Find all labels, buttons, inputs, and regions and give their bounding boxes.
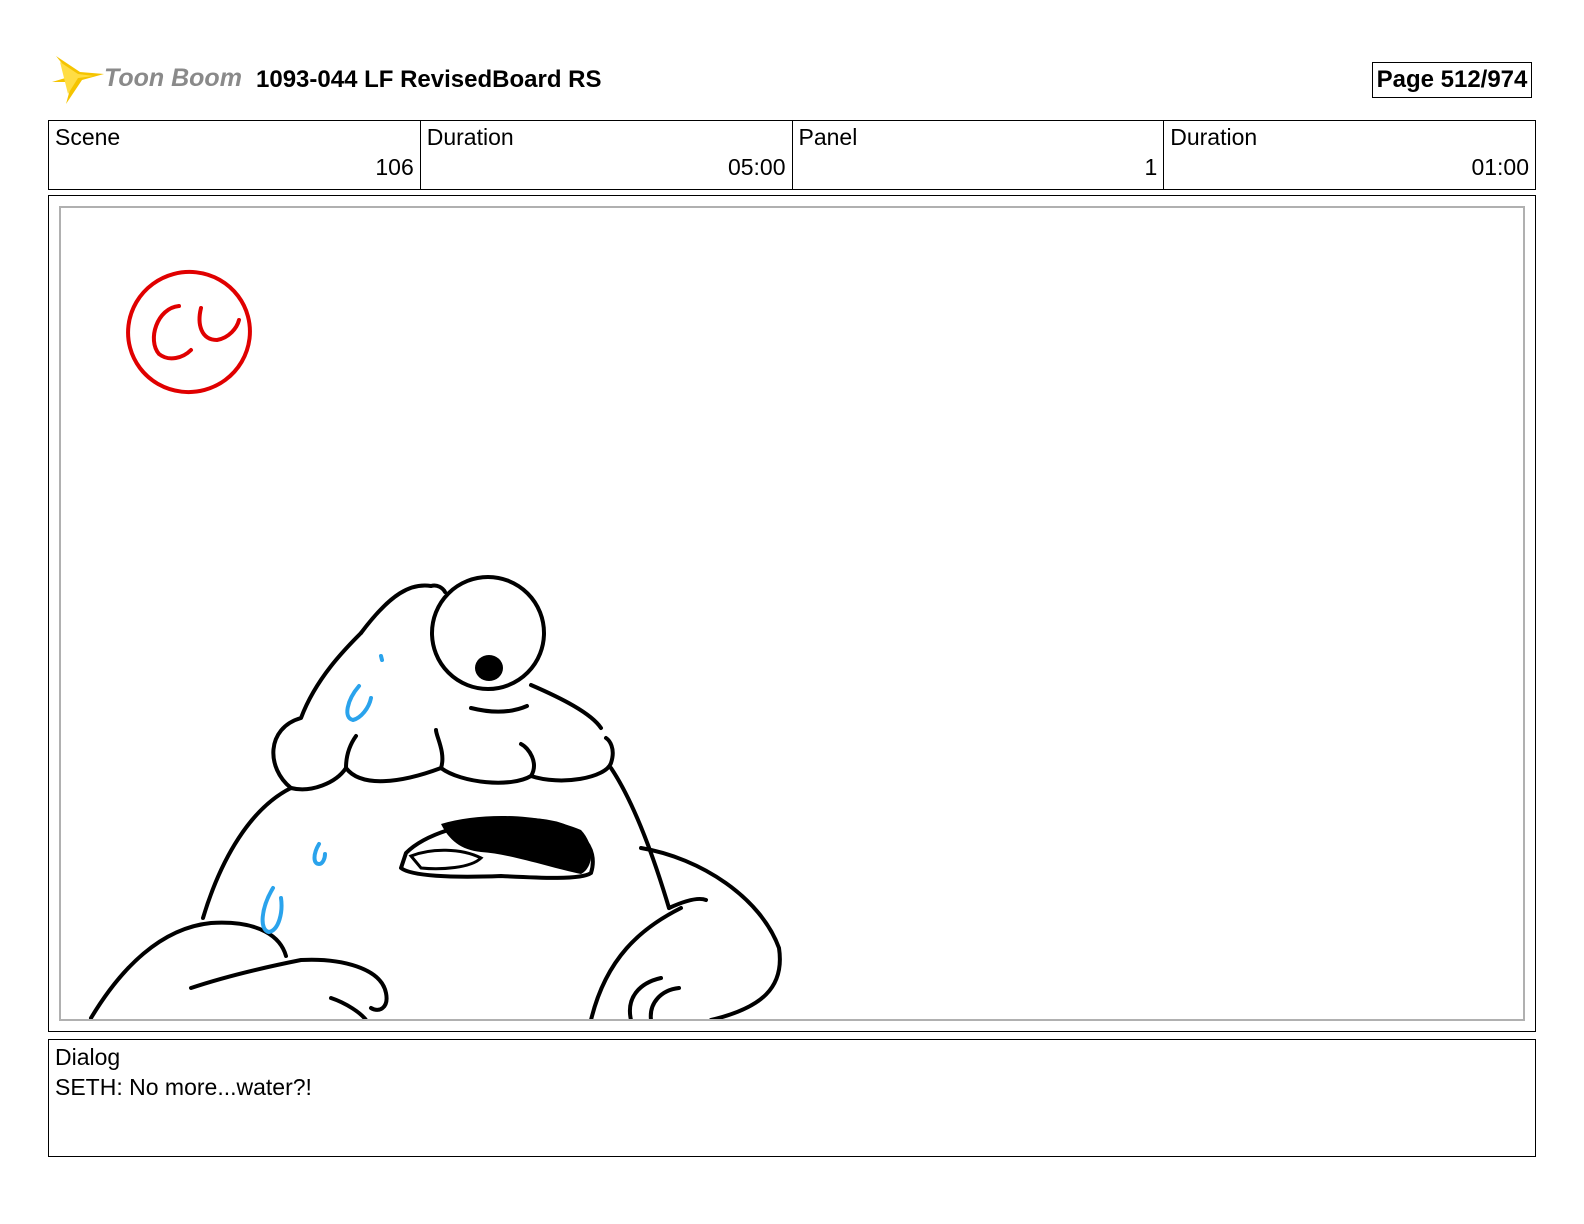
dialog-box: Dialog SETH: No more...water?! — [48, 1039, 1536, 1157]
panel-frame — [59, 206, 1525, 1021]
cc-stamp-icon — [126, 269, 252, 395]
panel-duration-value: 01:00 — [1471, 154, 1529, 180]
page-number: Page 512/974 — [1372, 62, 1532, 98]
dialog-text: SETH: No more...water?! — [55, 1074, 312, 1100]
scene-label: Scene — [55, 124, 121, 150]
logo-text: Toon Boom — [104, 64, 242, 92]
storyboard-panel — [48, 195, 1536, 1032]
panel-duration-label: Duration — [1170, 124, 1258, 150]
scene-duration-cell: Duration 05:00 — [421, 121, 793, 189]
scene-duration-label: Duration — [426, 124, 514, 150]
panel-duration-cell: Duration 01:00 — [1164, 121, 1535, 189]
scene-value: 106 — [375, 154, 414, 180]
scene-info-table: Scene 106 Duration 05:00 Panel 1 Duratio… — [48, 120, 1536, 190]
panel-value: 1 — [1144, 154, 1158, 180]
scene-duration-value: 05:00 — [727, 154, 786, 180]
panel-cell: Panel 1 — [793, 121, 1165, 189]
scene-cell: Scene 106 — [49, 121, 421, 189]
dialog-label: Dialog — [55, 1044, 121, 1070]
document-title: 1093-044 LF RevisedBoard RS — [256, 66, 602, 93]
character-sketch — [89, 575, 782, 1019]
toon-boom-logo: Toon Boom — [50, 52, 242, 108]
panel-label: Panel — [798, 124, 858, 150]
toon-boom-logo-icon — [52, 56, 104, 104]
